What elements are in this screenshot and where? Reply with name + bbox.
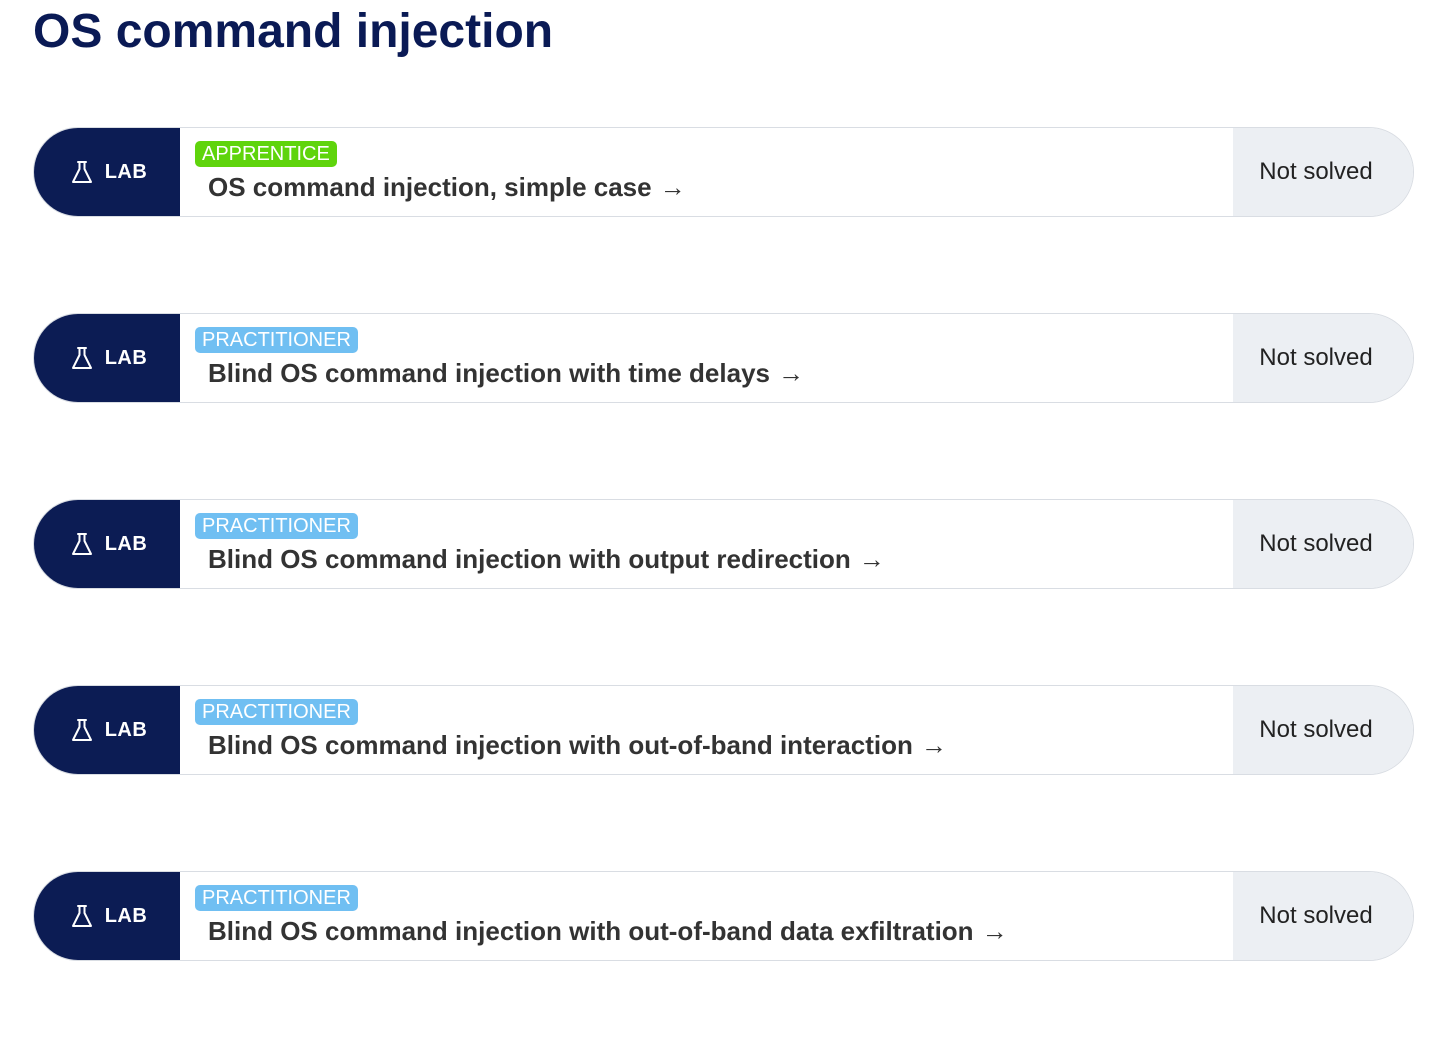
level-badge: PRACTITIONER xyxy=(195,885,358,911)
lab-tag: LAB xyxy=(34,314,180,402)
lab-tag-label: LAB xyxy=(104,160,148,183)
status-badge: Not solved xyxy=(1233,314,1413,402)
lab-title-text: Blind OS command injection with time del… xyxy=(208,358,770,388)
lab-title-text: OS command injection, simple case xyxy=(208,172,652,202)
lab-card[interactable]: LAB PRACTITIONER Blind OS command inject… xyxy=(33,313,1414,403)
lab-tag-label: LAB xyxy=(104,346,148,369)
lab-tag-label: LAB xyxy=(104,904,148,927)
level-badge: PRACTITIONER xyxy=(195,699,358,725)
level-badge: PRACTITIONER xyxy=(195,327,358,353)
arrow-right-icon: → xyxy=(920,730,947,760)
lab-title-text: Blind OS command injection with out-of-b… xyxy=(208,730,913,760)
arrow-right-icon: → xyxy=(981,916,1008,946)
lab-list: LAB APPRENTICE OS command injection, sim… xyxy=(33,127,1414,1057)
lab-title-link[interactable]: Blind OS command injection with output r… xyxy=(195,543,1233,575)
flask-icon xyxy=(71,719,92,741)
status-badge: Not solved xyxy=(1233,500,1413,588)
flask-icon xyxy=(71,905,92,927)
status-badge: Not solved xyxy=(1233,872,1413,960)
lab-title-link[interactable]: OS command injection, simple case → xyxy=(195,171,1233,203)
lab-tag: LAB xyxy=(34,128,180,216)
lab-card[interactable]: LAB PRACTITIONER Blind OS command inject… xyxy=(33,499,1414,589)
lab-tag-label: LAB xyxy=(104,718,148,741)
lab-tag: LAB xyxy=(34,686,180,774)
lab-card[interactable]: LAB APPRENTICE OS command injection, sim… xyxy=(33,127,1414,217)
lab-body: PRACTITIONER Blind OS command injection … xyxy=(180,872,1233,960)
flask-icon xyxy=(71,161,92,183)
arrow-right-icon: → xyxy=(777,358,804,388)
lab-body: PRACTITIONER Blind OS command injection … xyxy=(180,686,1233,774)
lab-card[interactable]: LAB PRACTITIONER Blind OS command inject… xyxy=(33,685,1414,775)
flask-icon xyxy=(71,533,92,555)
flask-icon xyxy=(71,347,92,369)
level-badge: PRACTITIONER xyxy=(195,513,358,539)
lab-body: PRACTITIONER Blind OS command injection … xyxy=(180,314,1233,402)
lab-tag: LAB xyxy=(34,500,180,588)
lab-body: APPRENTICE OS command injection, simple … xyxy=(180,128,1233,216)
lab-title-link[interactable]: Blind OS command injection with out-of-b… xyxy=(195,729,1233,761)
arrow-right-icon: → xyxy=(659,172,686,202)
lab-card[interactable]: LAB PRACTITIONER Blind OS command inject… xyxy=(33,871,1414,961)
lab-tag: LAB xyxy=(34,872,180,960)
level-badge: APPRENTICE xyxy=(195,141,337,167)
lab-body: PRACTITIONER Blind OS command injection … xyxy=(180,500,1233,588)
status-badge: Not solved xyxy=(1233,686,1413,774)
arrow-right-icon: → xyxy=(858,544,885,574)
lab-title-link[interactable]: Blind OS command injection with time del… xyxy=(195,357,1233,389)
page-title: OS command injection xyxy=(33,5,554,58)
status-badge: Not solved xyxy=(1233,128,1413,216)
lab-title-link[interactable]: Blind OS command injection with out-of-b… xyxy=(195,915,1233,947)
lab-title-text: Blind OS command injection with out-of-b… xyxy=(208,916,974,946)
lab-tag-label: LAB xyxy=(104,532,148,555)
lab-title-text: Blind OS command injection with output r… xyxy=(208,544,851,574)
